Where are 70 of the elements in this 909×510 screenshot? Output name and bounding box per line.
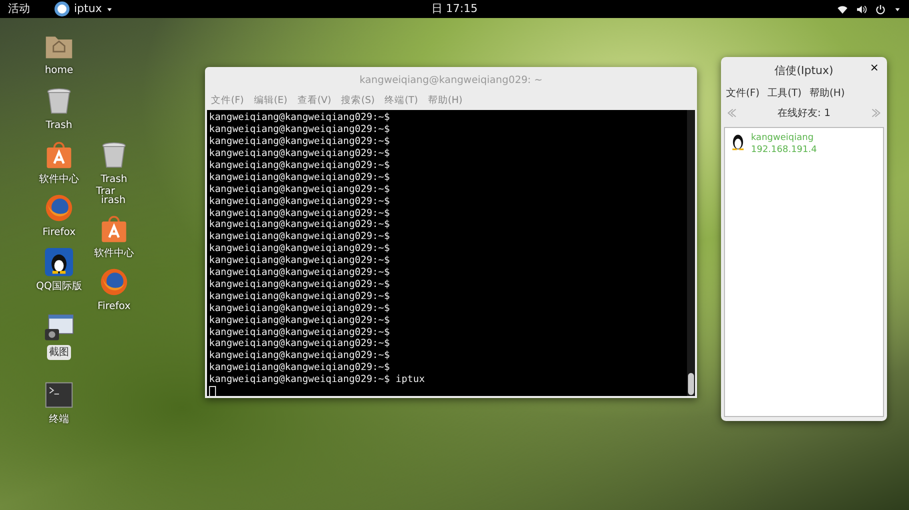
icon-label[interactable]: 软件中心 (37, 172, 81, 187)
menu-item[interactable]: 搜索(S) (341, 94, 375, 108)
menu-item[interactable]: 文件(F) (726, 86, 760, 100)
icon-label[interactable]: Firefox (40, 225, 78, 240)
terminal-line: kangweiqiang@kangweiqiang029:~$ (209, 196, 391, 208)
activities-button[interactable]: 活动 (8, 0, 30, 18)
icon-label[interactable]: Firefox (95, 299, 133, 314)
icon-label-ghost: Trar (96, 185, 115, 197)
shopping-bag-icon[interactable] (99, 214, 129, 244)
clock[interactable]: 日 17:15 (431, 0, 478, 18)
terminal-line: kangweiqiang@kangweiqiang029:~$ (209, 314, 391, 327)
terminal-line: kangweiqiang@kangweiqiang029:~$ (209, 231, 391, 244)
terminal-line: kangweiqiang@kangweiqiang029:~$ (209, 302, 391, 315)
menu-item[interactable]: 编辑(E) (254, 94, 288, 108)
terminal-line: kangweiqiang@kangweiqiang029:~$ (209, 255, 391, 268)
caret-icon (106, 6, 113, 12)
terminal-line: kangweiqiang@kangweiqiang029:~$ (209, 362, 391, 374)
terminal-line: kangweiqiang@kangweiqiang029:~$ (209, 350, 391, 362)
menu-item[interactable]: 帮助(H) (809, 86, 845, 100)
terminal-line: kangweiqiang@kangweiqiang029:~$ (209, 338, 391, 350)
terminal-line: kangweiqiang@kangweiqiang029:~$ (209, 326, 391, 338)
icon-label[interactable]: 截图 (47, 345, 71, 360)
terminal-line: kangweiqiang@kangweiqiang029:~$ (209, 243, 391, 256)
left-arrow-icon (726, 107, 738, 119)
app-icon (54, 1, 70, 17)
terminal-line: kangweiqiang@kangweiqiang029:~$ (209, 148, 391, 160)
icon-label[interactable]: Trash (44, 118, 74, 133)
terminal-line: kangweiqiang@kangweiqiang029:~$ iptux (209, 374, 426, 386)
terminal-line: kangweiqiang@kangweiqiang029:~$ (209, 172, 391, 184)
terminal-line: kangweiqiang@kangweiqiang029:~$ (209, 219, 391, 232)
menu-item[interactable]: 帮助(H) (428, 94, 462, 108)
system-menu[interactable] (837, 4, 901, 14)
scrollbar[interactable] (687, 110, 695, 396)
screenshot-icon[interactable] (44, 313, 74, 343)
terminal-line: kangweiqiang@kangweiqiang029:~$ (209, 290, 391, 303)
terminal-line: kangweiqiang@kangweiqiang029:~$ (209, 136, 391, 148)
icon-label[interactable]: 终端 (47, 412, 71, 427)
window-title: 信使(Iptux) (774, 63, 834, 79)
terminal-line: kangweiqiang@kangweiqiang029:~$ (209, 267, 391, 279)
icon-label[interactable]: QQ国际版 (34, 279, 84, 294)
close-button[interactable]: × (870, 62, 879, 73)
terminal-line: kangweiqiang@kangweiqiang029:~$ (209, 160, 391, 172)
menu-item[interactable]: 查看(V) (297, 94, 332, 108)
power-icon (875, 4, 886, 14)
wifi-icon (837, 4, 848, 14)
firefox-icon[interactable] (99, 267, 129, 297)
icon-label-ghost: irash (101, 194, 126, 208)
cursor (209, 386, 216, 396)
terminal-line: kangweiqiang@kangweiqiang029:~$ (209, 112, 391, 124)
terminal-line: kangweiqiang@kangweiqiang029:~$ (209, 124, 391, 136)
app-menu[interactable]: iptux (54, 0, 113, 18)
friend-ip: 192.168.191.4 (751, 144, 817, 156)
menu-item[interactable]: 终端(T) (384, 94, 418, 108)
shopping-bag-icon[interactable] (44, 140, 74, 170)
volume-icon (856, 4, 867, 14)
right-arrow-icon (870, 107, 882, 119)
online-count: 在线好友: 1 (778, 106, 830, 120)
menu-item[interactable]: 工具(T) (768, 86, 802, 100)
terminal-line: kangweiqiang@kangweiqiang029:~$ (209, 208, 391, 220)
icon-label[interactable]: home (42, 63, 76, 78)
icon-label[interactable]: 软件中心 (92, 246, 136, 261)
terminal-line: kangweiqiang@kangweiqiang029:~$ (209, 278, 391, 291)
firefox-icon[interactable] (44, 193, 74, 223)
icon-label[interactable]: Trash (98, 172, 130, 187)
menu-item[interactable]: 文件(F) (211, 94, 244, 108)
window-title: kangweiqiang@kangweiqiang029: ~ (358, 74, 544, 88)
penguin-icon[interactable] (44, 247, 74, 277)
terminal-line: kangweiqiang@kangweiqiang029:~$ (209, 184, 391, 196)
caret-icon (894, 6, 901, 12)
terminal-icon[interactable] (44, 380, 74, 410)
